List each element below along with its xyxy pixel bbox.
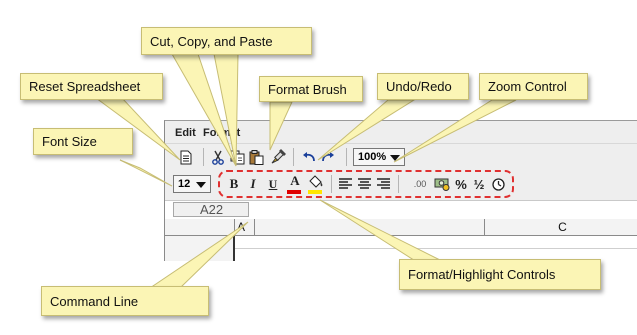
callout-zoom-control: Zoom Control <box>479 73 588 100</box>
undo-redo-pointer <box>317 99 416 161</box>
callout-undo-redo: Undo/Redo <box>377 73 469 100</box>
format-highlight-pointer <box>319 199 449 265</box>
format-brush-pointer <box>269 101 293 151</box>
callout-font-size: Font Size <box>33 128 133 155</box>
callout-command-line: Command Line <box>41 286 209 316</box>
callout-format-brush: Format Brush <box>259 76 363 102</box>
callout-cut-copy-paste: Cut, Copy, and Paste <box>141 27 312 55</box>
callout-format-highlight-controls: Format/Highlight Controls <box>399 259 601 290</box>
command-line-pointer <box>148 221 249 289</box>
font-size-pointer <box>119 159 173 187</box>
callout-reset-spreadsheet: Reset Spreadsheet <box>20 73 163 100</box>
zoom-control-pointer <box>393 99 517 163</box>
